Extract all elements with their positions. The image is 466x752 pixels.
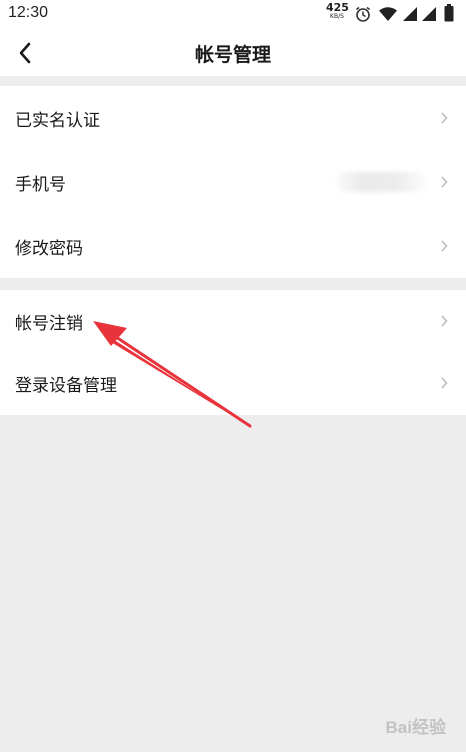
menu-group-account-security: 帐号注销 登录设备管理 [0, 290, 466, 415]
menu-item-real-name-verified[interactable]: 已实名认证 [0, 86, 466, 150]
signal-icon [421, 6, 437, 26]
phone-number-value-redacted [336, 172, 426, 192]
battery-icon [444, 4, 454, 26]
menu-item-label: 已实名认证 [15, 110, 100, 131]
menu-item-label: 登录设备管理 [15, 375, 117, 396]
chevron-right-icon [441, 315, 448, 327]
status-bar: 12:30 425 KB/S [0, 0, 466, 30]
menu-item-phone-number[interactable]: 手机号 [0, 150, 466, 214]
menu-item-account-cancellation[interactable]: 帐号注销 [0, 290, 466, 352]
menu-item-label: 帐号注销 [15, 313, 83, 334]
chevron-right-icon [441, 176, 448, 188]
page-title: 帐号管理 [194, 44, 271, 66]
status-time: 12:30 [8, 4, 49, 21]
network-speed-value: 425 [326, 1, 349, 14]
watermark-logo: Bai经验 [385, 718, 446, 737]
alarm-icon [354, 5, 372, 27]
menu-item-change-password[interactable]: 修改密码 [0, 214, 466, 278]
chevron-right-icon [441, 377, 448, 389]
network-speed-unit: KB/S [330, 13, 344, 20]
wifi-icon [378, 6, 398, 26]
menu-item-label: 手机号 [15, 174, 66, 195]
network-speed: 425 KB/S [326, 1, 349, 20]
menu-item-login-device-management[interactable]: 登录设备管理 [0, 352, 466, 414]
chevron-right-icon [441, 112, 448, 124]
signal-icon [402, 6, 418, 26]
chevron-right-icon [441, 240, 448, 252]
menu-group-account-info: 已实名认证 手机号 修改密码 [0, 86, 466, 278]
menu-item-label: 修改密码 [15, 238, 83, 259]
app-header: 帐号管理 [0, 30, 466, 76]
